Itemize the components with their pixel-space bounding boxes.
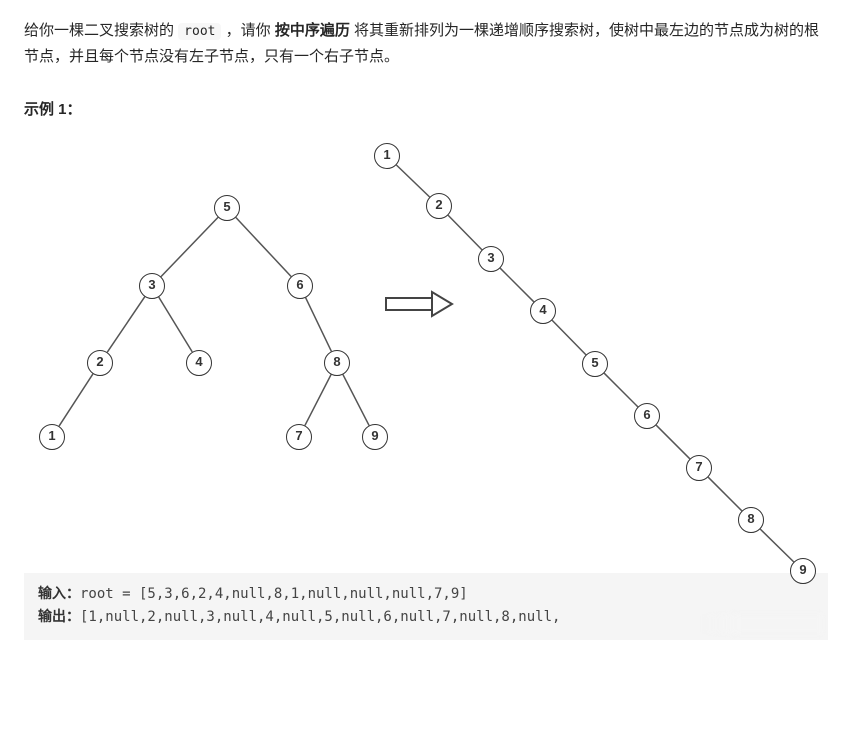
input-tree-node-7: 7 bbox=[286, 424, 312, 450]
input-tree-node-9: 9 bbox=[362, 424, 388, 450]
output-tree-node-1: 1 bbox=[374, 143, 400, 169]
io-output-label: 输出： bbox=[38, 609, 80, 625]
output-tree-node-6: 6 bbox=[634, 403, 660, 429]
code-root: root bbox=[178, 23, 221, 40]
desc-text: 给你一棵二叉搜索树的 bbox=[24, 22, 178, 39]
example-title: 示例 1： bbox=[24, 97, 828, 123]
input-tree-node-2: 2 bbox=[87, 350, 113, 376]
desc-bold: 按中序遍历 bbox=[275, 22, 350, 39]
arrow-icon bbox=[384, 288, 454, 322]
example-io-block: 输入：root = [5,3,6,2,4,null,8,1,null,null,… bbox=[24, 573, 828, 641]
input-tree-node-4: 4 bbox=[186, 350, 212, 376]
output-tree-node-3: 3 bbox=[478, 246, 504, 272]
io-output-code: [1,null,2,null,3,null,4,null,5,null,6,nu… bbox=[80, 609, 560, 625]
output-tree-node-9: 9 bbox=[790, 558, 816, 584]
problem-description: 给你一棵二叉搜索树的 root ，请你 按中序遍历 将其重新排列为一棵递增顺序搜… bbox=[24, 18, 828, 69]
input-tree-node-3: 3 bbox=[139, 273, 165, 299]
watermark-blur bbox=[702, 614, 822, 634]
io-input-code: root = [5,3,6,2,4,null,8,1,null,null,nul… bbox=[80, 586, 468, 602]
output-tree-node-5: 5 bbox=[582, 351, 608, 377]
desc-text: ，请你 bbox=[226, 22, 275, 39]
output-tree-node-7: 7 bbox=[686, 455, 712, 481]
output-tree-node-8: 8 bbox=[738, 507, 764, 533]
input-tree-node-8: 8 bbox=[324, 350, 350, 376]
input-tree-node-5: 5 bbox=[214, 195, 240, 221]
input-tree-node-1: 1 bbox=[39, 424, 65, 450]
output-tree-node-4: 4 bbox=[530, 298, 556, 324]
io-input-label: 输入： bbox=[38, 586, 80, 602]
input-tree-node-6: 6 bbox=[287, 273, 313, 299]
tree-edges-svg bbox=[24, 133, 824, 593]
output-tree-node-2: 2 bbox=[426, 193, 452, 219]
tree-diagram: 536248179123456789 bbox=[24, 133, 804, 573]
